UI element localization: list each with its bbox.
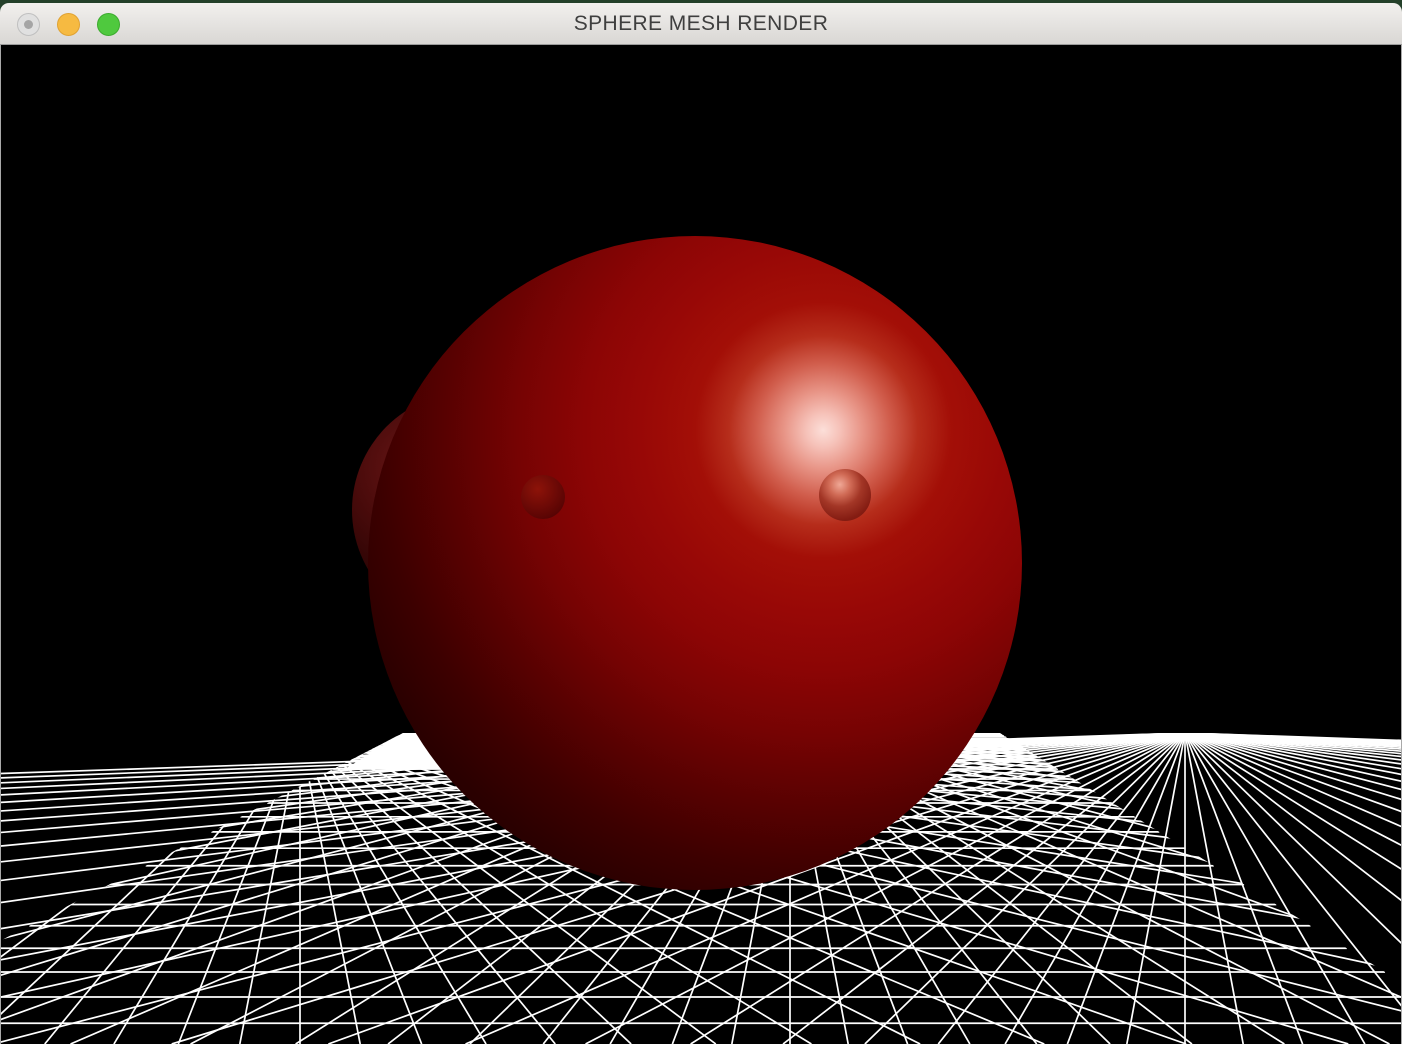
scene-canvas [0,45,1402,1044]
bump-sphere-right [819,469,871,521]
bump-sphere-left [521,475,565,519]
window-title: SPHERE MESH RENDER [0,3,1402,45]
app-window: SPHERE MESH RENDER [0,0,1402,1044]
main-sphere [368,236,1022,890]
render-viewport[interactable] [0,45,1402,1044]
window-titlebar[interactable]: SPHERE MESH RENDER [0,3,1402,45]
